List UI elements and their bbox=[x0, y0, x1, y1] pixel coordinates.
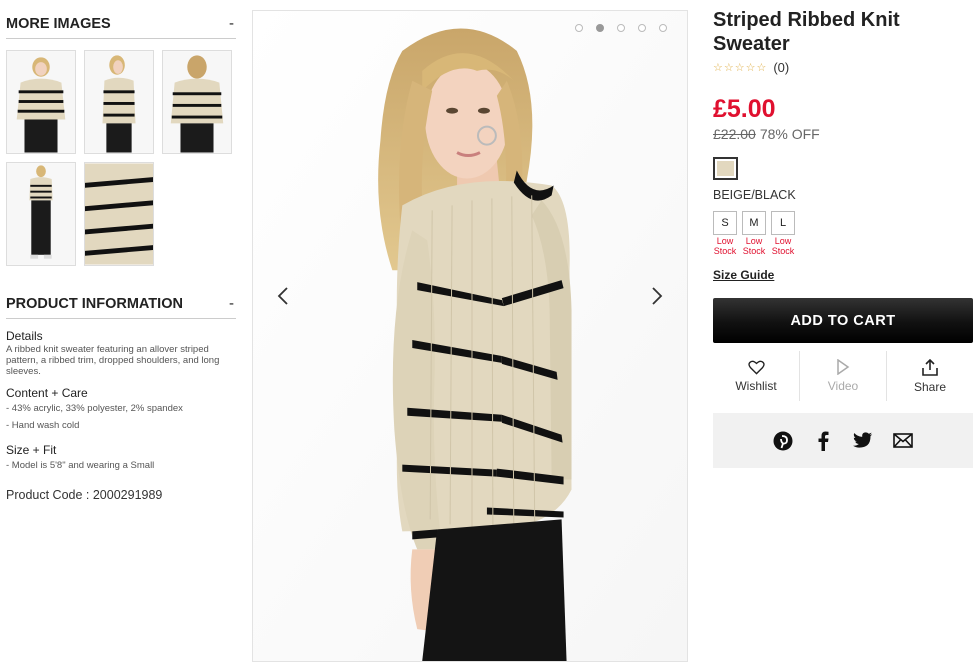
pagination-dot[interactable] bbox=[617, 24, 625, 32]
stock-status: Low Stock bbox=[771, 236, 795, 256]
heart-icon bbox=[747, 360, 765, 375]
price-comparison: £22.00 78% OFF bbox=[713, 126, 973, 142]
pinterest-share-button[interactable] bbox=[772, 430, 794, 452]
size-option: S Low Stock bbox=[713, 211, 737, 256]
share-button[interactable]: Share bbox=[886, 351, 973, 401]
details-title: Details bbox=[6, 329, 43, 343]
size-button-l[interactable]: L bbox=[771, 211, 795, 235]
social-share-bar bbox=[713, 413, 973, 468]
video-label: Video bbox=[827, 379, 859, 393]
more-images-header[interactable]: MORE IMAGES - bbox=[6, 9, 236, 39]
size-option: L Low Stock bbox=[771, 211, 795, 256]
facebook-icon bbox=[818, 431, 829, 451]
thumbnail-image bbox=[7, 163, 75, 265]
sale-price: £5.00 bbox=[713, 95, 776, 123]
product-details-panel: Striped Ribbed Knit Sweater ☆☆☆☆☆ (0) £5… bbox=[713, 8, 973, 468]
thumbnail-image bbox=[85, 163, 153, 265]
color-swatch-fill bbox=[717, 161, 734, 176]
size-selector: S Low Stock M Low Stock L Low Stock bbox=[713, 211, 973, 256]
thumbnail-image bbox=[85, 51, 153, 153]
content-care-item: - Hand wash cold bbox=[6, 420, 80, 431]
size-fit-title: Size + Fit bbox=[6, 443, 57, 457]
product-information-header[interactable]: PRODUCT INFORMATION - bbox=[6, 289, 236, 319]
wishlist-label: Wishlist bbox=[735, 378, 777, 393]
email-icon bbox=[893, 433, 913, 448]
size-fit-item: - Model is 5'8" and wearing a Small bbox=[6, 460, 155, 471]
share-label: Share bbox=[913, 379, 947, 394]
product-actions: Wishlist Video Share bbox=[713, 351, 973, 401]
chevron-left-icon bbox=[277, 287, 288, 305]
twitter-share-button[interactable] bbox=[852, 430, 874, 452]
product-code: Product Code : 2000291989 bbox=[6, 488, 163, 502]
thumbnail-image bbox=[7, 51, 75, 153]
facebook-share-button[interactable] bbox=[812, 430, 834, 452]
pagination-dot-active[interactable] bbox=[596, 24, 604, 32]
color-swatch[interactable] bbox=[713, 157, 738, 180]
size-button-m[interactable]: M bbox=[742, 211, 766, 235]
content-care-item: - 43% acrylic, 33% polyester, 2% spandex bbox=[6, 403, 183, 414]
previous-image-button[interactable] bbox=[271, 281, 295, 311]
model-photo bbox=[253, 11, 687, 661]
image-pagination bbox=[575, 24, 667, 32]
email-share-button[interactable] bbox=[892, 430, 914, 452]
thumbnail-fabric-detail[interactable] bbox=[84, 162, 154, 266]
content-care-title: Content + Care bbox=[6, 386, 88, 400]
size-guide-link[interactable]: Size Guide bbox=[713, 268, 774, 282]
discount-label: 78% OFF bbox=[759, 126, 820, 142]
size-button-s[interactable]: S bbox=[713, 211, 737, 235]
original-price: £22.00 bbox=[713, 126, 756, 142]
chevron-right-icon bbox=[652, 287, 663, 305]
collapse-toggle[interactable]: - bbox=[229, 295, 236, 312]
thumbnail-image bbox=[163, 51, 231, 153]
pagination-dot[interactable] bbox=[638, 24, 646, 32]
pagination-dot[interactable] bbox=[575, 24, 583, 32]
pinterest-icon bbox=[773, 431, 793, 450]
star-rating-icon: ☆☆☆☆☆ bbox=[713, 62, 768, 74]
wishlist-button[interactable]: Wishlist bbox=[713, 351, 799, 401]
collapse-toggle[interactable]: - bbox=[229, 15, 236, 32]
twitter-icon bbox=[853, 432, 873, 448]
stock-status: Low Stock bbox=[742, 236, 766, 256]
more-images-heading: MORE IMAGES bbox=[6, 15, 111, 32]
play-icon bbox=[837, 359, 850, 375]
left-panel: MORE IMAGES - PRODUCT INFORMATION - Deta… bbox=[6, 0, 236, 502]
main-product-image[interactable] bbox=[252, 10, 688, 662]
thumbnail-front-view[interactable] bbox=[6, 50, 76, 154]
rating[interactable]: ☆☆☆☆☆ (0) bbox=[713, 60, 973, 75]
stock-status: Low Stock bbox=[713, 236, 737, 256]
content-care-section: Content + Care - 43% acrylic, 33% polyes… bbox=[6, 386, 236, 434]
size-fit-section: Size + Fit - Model is 5'8" and wearing a… bbox=[6, 443, 236, 474]
thumbnail-side-view[interactable] bbox=[84, 50, 154, 154]
rating-count: (0) bbox=[773, 60, 790, 75]
thumbnail-full-length-view[interactable] bbox=[6, 162, 76, 266]
product-title: Striped Ribbed Knit Sweater bbox=[713, 9, 900, 55]
size-option: M Low Stock bbox=[742, 211, 766, 256]
share-icon bbox=[922, 358, 938, 376]
details-section: Details A ribbed knit sweater featuring … bbox=[6, 329, 236, 377]
color-name: BEIGE/BLACK bbox=[713, 188, 796, 202]
video-button[interactable]: Video bbox=[799, 351, 886, 401]
add-to-cart-button[interactable]: ADD TO CART bbox=[713, 298, 973, 343]
next-image-button[interactable] bbox=[645, 281, 669, 311]
thumbnail-grid bbox=[6, 50, 236, 266]
pagination-dot[interactable] bbox=[659, 24, 667, 32]
details-text: A ribbed knit sweater featuring an allov… bbox=[6, 344, 220, 377]
thumbnail-back-view[interactable] bbox=[162, 50, 232, 154]
product-information-heading: PRODUCT INFORMATION bbox=[6, 295, 183, 312]
